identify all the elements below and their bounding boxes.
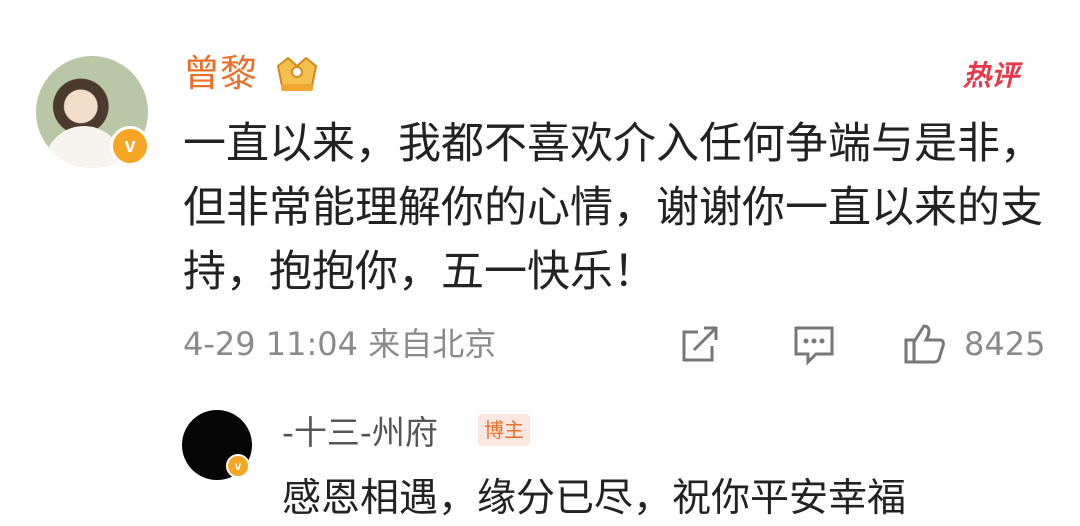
hot-comment-tag: 热评: [963, 59, 1020, 92]
verified-icon: v: [110, 126, 150, 166]
owner-badge: 博主: [478, 414, 530, 446]
comment-meta: 4-29 11:04 来自北京: [183, 324, 496, 364]
share-icon[interactable]: [676, 320, 724, 368]
like-count: 8425: [964, 325, 1046, 363]
reply-text: 感恩相遇，缘分已尽，祝你平安幸福: [282, 476, 907, 521]
comment-location: 来自北京: [368, 325, 497, 363]
comment-timestamp: 4-29 11:04: [183, 325, 359, 363]
reply-author-name[interactable]: -十三-州府: [282, 412, 438, 454]
author-name[interactable]: 曾黎: [183, 52, 257, 96]
reply-verified-icon: v: [226, 454, 250, 478]
like-icon[interactable]: [900, 320, 948, 368]
reply-icon[interactable]: [790, 320, 838, 368]
crown-badge-icon: [276, 56, 318, 91]
comment-text: 一直以来，我都不喜欢介入任何争端与是非，但非常能理解你的心情，谢谢你一直以来的支…: [183, 119, 1043, 297]
